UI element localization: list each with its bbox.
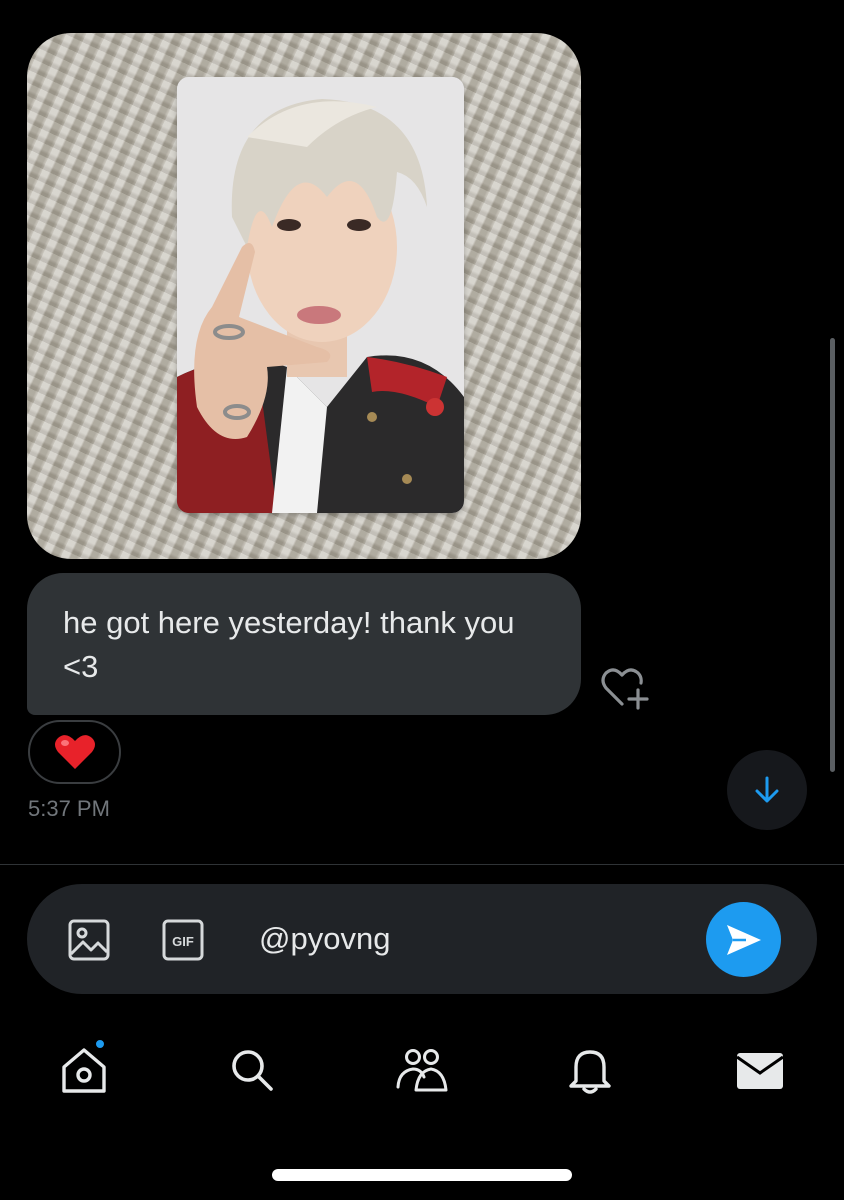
photocard-image (177, 77, 464, 513)
message-bubble[interactable]: he got here yesterday! thank you <3 (27, 573, 581, 715)
add-gif-button[interactable]: GIF (161, 918, 205, 962)
photo-message[interactable] (27, 33, 581, 559)
home-notification-dot (94, 1038, 106, 1050)
image-icon (68, 919, 110, 961)
divider (0, 864, 844, 865)
message-timestamp: 5:37 PM (28, 796, 110, 821)
message-text: he got here yesterday! thank you <3 (63, 605, 515, 684)
add-media-button[interactable] (67, 918, 111, 962)
heart-plus-icon (601, 668, 649, 710)
nav-communities[interactable] (392, 1040, 452, 1100)
send-icon (726, 924, 761, 955)
svg-text:GIF: GIF (172, 934, 194, 949)
envelope-icon (736, 1053, 784, 1089)
bell-icon (569, 1050, 611, 1094)
send-button[interactable] (706, 902, 781, 977)
search-icon (232, 1050, 273, 1091)
nav-messages[interactable] (730, 1040, 790, 1100)
nav-search[interactable] (222, 1040, 282, 1100)
nav-notifications[interactable] (560, 1040, 620, 1100)
scrollbar[interactable] (830, 338, 835, 772)
heart-emoji (54, 735, 95, 769)
reaction-pill[interactable]: ❤️ (28, 720, 121, 784)
gif-icon: GIF (162, 919, 204, 961)
add-reaction-button[interactable] (600, 664, 654, 710)
arrow-down-icon (755, 776, 779, 803)
message-composer: GIF (27, 884, 817, 994)
bottom-nav (0, 1030, 844, 1110)
home-indicator[interactable] (272, 1169, 572, 1181)
message-input[interactable] (259, 914, 699, 964)
communities-icon (396, 1049, 448, 1092)
nav-home[interactable] (54, 1038, 114, 1100)
scroll-to-bottom-button[interactable] (727, 750, 807, 830)
home-icon (62, 1048, 106, 1093)
